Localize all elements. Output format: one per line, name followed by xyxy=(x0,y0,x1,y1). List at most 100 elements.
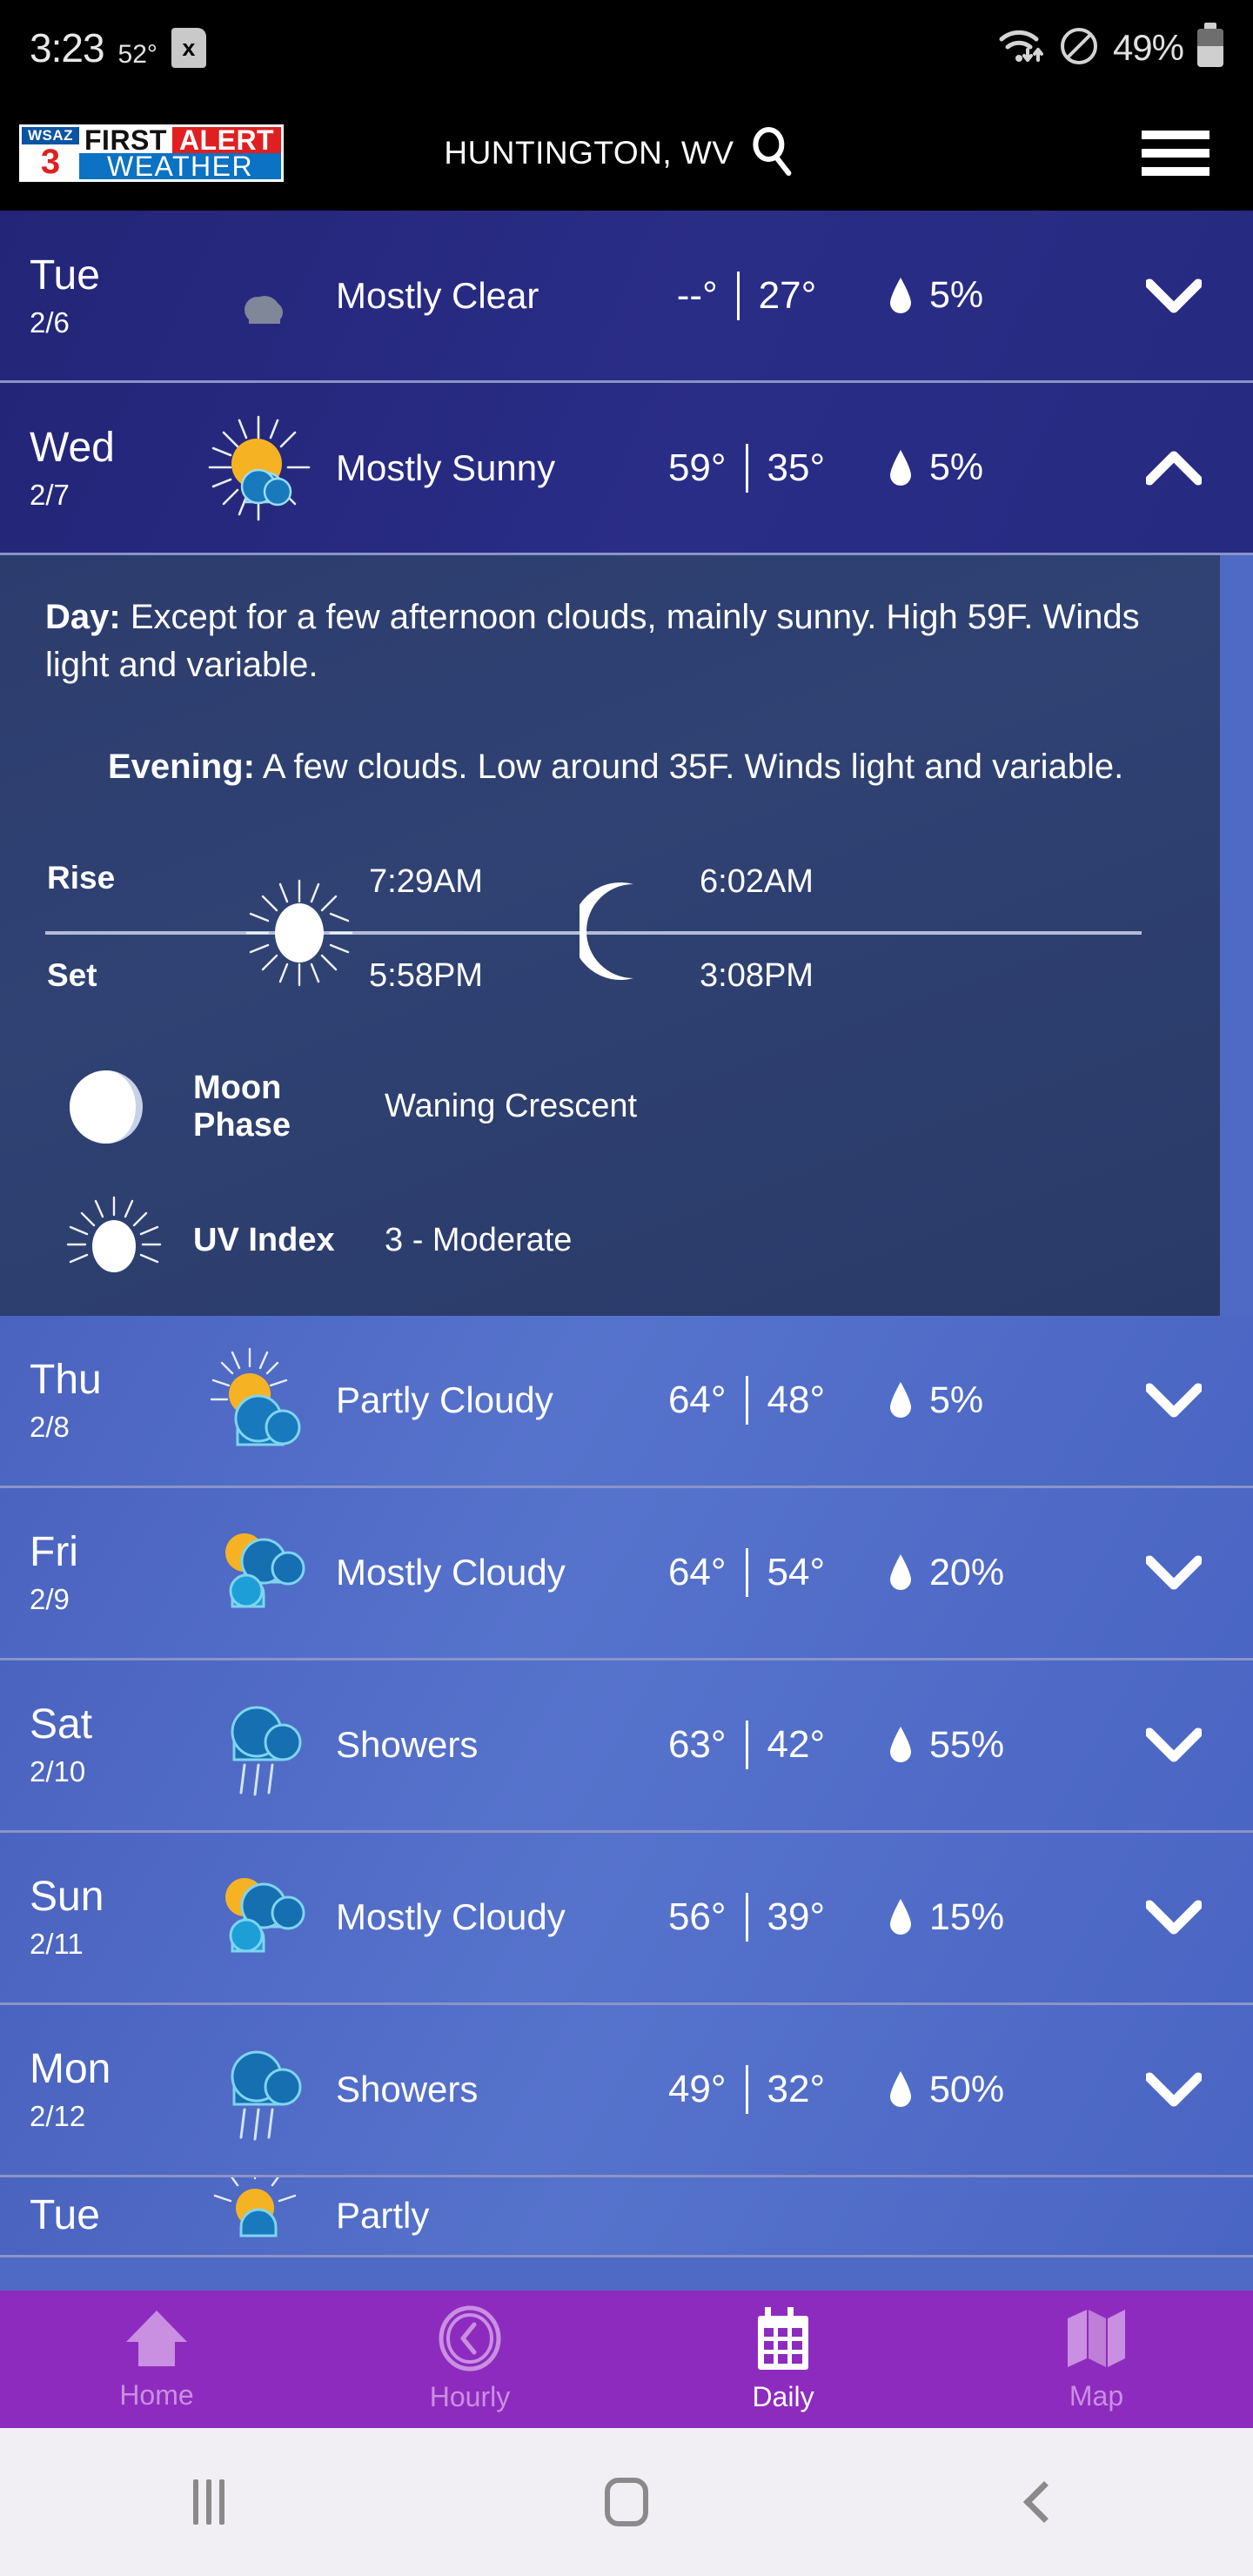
sun-icon xyxy=(245,879,353,991)
crescent-moon-icon xyxy=(572,881,658,986)
moon-cloud-icon xyxy=(193,244,329,348)
system-back-icon[interactable] xyxy=(835,2480,1253,2524)
current-location-label: HUNTINGTON, WV xyxy=(444,135,734,171)
forecast-precipitation: 5% xyxy=(877,446,1095,489)
uv-index-value: 3 - Moderate xyxy=(385,1222,573,1259)
forecast-row-wed[interactable]: Wed 2/7 Mostly Sunny 59° 35° 5% xyxy=(0,383,1253,555)
sun-two-clouds-icon xyxy=(193,1862,329,1972)
wsaz-channel-logo: WSAZ 3 xyxy=(22,127,79,179)
chevron-down-icon[interactable] xyxy=(1095,1727,1253,1762)
day-name: Tue xyxy=(30,2192,100,2239)
chevron-down-icon[interactable] xyxy=(1095,278,1253,313)
forecast-day: Thu 2/8 xyxy=(30,1359,193,1444)
logo-channel-number: 3 xyxy=(40,143,61,181)
precip-value: 50% xyxy=(929,2068,1005,2110)
status-temperature: 52° xyxy=(117,40,157,69)
forecast-condition: Mostly Cloudy xyxy=(336,1896,566,1938)
forecast-row-sat[interactable]: Sat 2/10 Showers 63° 42° 55% xyxy=(0,1660,1253,1833)
day-name: Mon xyxy=(30,2046,111,2093)
high-temp: 49° xyxy=(667,2068,727,2111)
forecast-detail-panel: Day: Except for a few afternoon clouds, … xyxy=(0,555,1220,1316)
high-temp: --° xyxy=(676,273,718,317)
system-home-icon[interactable] xyxy=(418,2478,835,2526)
sunrise-cloud-icon xyxy=(193,2177,329,2255)
sunrise-time: 7:29AM xyxy=(369,862,483,900)
clock-icon xyxy=(436,2305,504,2376)
low-temp: 35° xyxy=(767,446,826,489)
uv-index-row: UV Index 3 - Moderate xyxy=(45,1196,1175,1286)
logo-station-text: WSAZ xyxy=(22,127,79,144)
logo-weather-text: WEATHER xyxy=(79,151,282,182)
nav-item-daily[interactable]: Daily xyxy=(626,2305,940,2413)
x-notification-icon: x xyxy=(171,28,206,68)
precip-value: 20% xyxy=(929,1551,1005,1593)
moonset-time: 3:08PM xyxy=(700,956,814,994)
forecast-temperatures: 56° 39° xyxy=(616,1893,877,1942)
app-header: WSAZ 3 FIRST ALERT WEATHER HUNTINGTON, W… xyxy=(0,96,1253,211)
day-forecast-text: Day: Except for a few afternoon clouds, … xyxy=(45,594,1175,689)
day-date: 2/9 xyxy=(30,1583,70,1616)
moon-phase-row: Moon Phase Waning Crescent xyxy=(45,1067,1175,1147)
temp-divider xyxy=(745,443,748,493)
sun-behind-cloud-icon xyxy=(193,1345,329,1455)
day-date: 2/7 xyxy=(30,478,70,511)
sun-moon-rise-set-section: Rise Set 7:29AM 5:58PM 6:02AM 3:08PM xyxy=(45,844,1175,1018)
nav-item-hourly[interactable]: Hourly xyxy=(313,2305,626,2413)
rain-cloud-icon xyxy=(193,2035,329,2144)
nav-item-home[interactable]: Home xyxy=(0,2307,313,2412)
wifi-icon xyxy=(996,25,1045,71)
battery-icon xyxy=(1197,23,1223,67)
day-name: Sun xyxy=(30,1874,104,1921)
chevron-down-icon[interactable] xyxy=(1095,1555,1253,1590)
forecast-row-tue-next-week[interactable]: Tue Partly xyxy=(0,2177,1253,2257)
forecast-day: Fri 2/9 xyxy=(30,1532,193,1616)
forecast-day: Sun 2/11 xyxy=(30,1874,193,1961)
location-selector[interactable]: HUNTINGTON, WV xyxy=(444,126,794,181)
forecast-precipitation: 20% xyxy=(877,1552,1095,1594)
chevron-down-icon[interactable] xyxy=(1095,1900,1253,1935)
status-time: 3:23 xyxy=(30,25,105,70)
logo-first-text: FIRST xyxy=(79,124,172,156)
search-icon[interactable] xyxy=(750,126,795,181)
forecast-row-thu[interactable]: Thu 2/8 Partly Cloudy 64° 48° 5% xyxy=(0,1315,1253,1488)
day-date: 2/8 xyxy=(30,1411,70,1444)
forecast-condition: Mostly Cloudy xyxy=(336,1552,566,1593)
forecast-row-fri[interactable]: Fri 2/9 Mostly Cloudy 64° 54° 20% xyxy=(0,1487,1253,1660)
sun-cloud-icon xyxy=(193,412,329,525)
evening-forecast-description: A few clouds. Low around 35F. Winds ligh… xyxy=(262,748,1124,787)
chevron-down-icon[interactable] xyxy=(1095,2072,1253,2107)
forecast-condition: Showers xyxy=(336,2069,479,2110)
forecast-condition: Mostly Clear xyxy=(336,274,539,316)
precip-value: 15% xyxy=(929,1895,1005,1938)
forecast-row-tue[interactable]: Tue 2/6 Mostly Clear --° 27° 5% xyxy=(0,211,1253,383)
logo-first-alert: FIRST ALERT xyxy=(79,124,282,156)
android-status-bar: 3:23 52° x 49% xyxy=(0,0,1253,96)
day-date: 2/10 xyxy=(30,1755,86,1788)
forecast-precipitation: 5% xyxy=(877,274,1095,317)
day-date: 2/6 xyxy=(30,305,70,339)
forecast-day: Wed 2/7 xyxy=(30,426,193,511)
nav-item-map[interactable]: Map xyxy=(940,2306,1253,2412)
nav-label-map: Map xyxy=(1069,2380,1124,2412)
high-temp: 63° xyxy=(667,1723,727,1767)
day-date: 2/12 xyxy=(30,2100,86,2133)
high-temp: 64° xyxy=(667,1551,727,1594)
forecast-temperatures: 49° 32° xyxy=(616,2065,877,2115)
nav-label-hourly: Hourly xyxy=(429,2381,511,2412)
bottom-navigation-bar: Home Hourly Daily Map xyxy=(0,2291,1253,2428)
water-drop-icon xyxy=(889,1898,912,1936)
day-date: 2/11 xyxy=(30,1928,84,1961)
day-name: Sat xyxy=(30,1701,93,1748)
rain-cloud-icon xyxy=(193,1690,329,1800)
chevron-up-icon[interactable] xyxy=(1095,451,1253,486)
chevron-down-icon[interactable] xyxy=(1095,1383,1253,1418)
hamburger-menu-icon[interactable] xyxy=(1136,125,1215,181)
sun-two-clouds-icon xyxy=(193,1518,329,1627)
nav-label-daily: Daily xyxy=(752,2381,814,2412)
recent-apps-icon[interactable] xyxy=(0,2479,418,2525)
forecast-row-mon[interactable]: Mon 2/12 Showers 49° 32° 50% xyxy=(0,2004,1253,2177)
forecast-day: Sat 2/10 xyxy=(30,1701,193,1788)
precip-value: 5% xyxy=(929,274,984,316)
set-label: Set xyxy=(47,956,97,993)
forecast-row-sun[interactable]: Sun 2/11 Mostly Cloudy 56° 39° 15% xyxy=(0,1832,1253,2005)
